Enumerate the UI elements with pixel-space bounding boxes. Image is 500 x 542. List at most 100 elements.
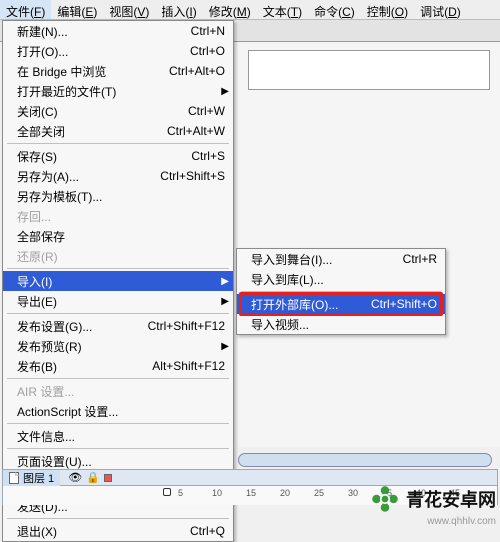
menu-item-label: 新建(N)...	[17, 23, 181, 40]
submenu-item[interactable]: 导入到舞台(I)...Ctrl+R	[237, 249, 445, 269]
submenu-arrow-icon: ▶	[221, 341, 229, 352]
submenu-item-shortcut: Ctrl+Shift+O	[363, 297, 437, 311]
menu-item-label: 在 Bridge 中浏览	[17, 63, 159, 80]
menubar: 文件(F)编辑(E)视图(V)插入(I)修改(M)文本(T)命令(C)控制(O)…	[0, 0, 500, 20]
submenu-item-label: 导入到库(L)...	[251, 271, 437, 288]
menubar-item[interactable]: 控制(O)	[361, 0, 414, 19]
submenu-item[interactable]: 导入视频...	[237, 314, 445, 334]
menu-item[interactable]: 关闭(C)Ctrl+W	[3, 101, 233, 121]
submenu-item-label: 导入到舞台(I)...	[251, 251, 395, 268]
timeline-tick-label: 20	[280, 488, 290, 498]
menu-item-label: AIR 设置...	[17, 383, 225, 400]
timeline-layer-row[interactable]: 图层 1	[3, 470, 60, 486]
menubar-item[interactable]: 文件(F)	[0, 0, 51, 19]
menu-item: AIR 设置...	[3, 381, 233, 401]
import-submenu: 导入到舞台(I)...Ctrl+R 导入到库(L)... 打开外部库(O)...Ct…	[236, 248, 446, 335]
stage-area	[238, 42, 500, 447]
menubar-item[interactable]: 插入(I)	[155, 0, 202, 19]
menubar-item[interactable]: 视图(V)	[103, 0, 155, 19]
outline-toggle-icon[interactable]	[104, 474, 112, 482]
menu-item[interactable]: 全部保存	[3, 226, 233, 246]
submenu-item-label: 导入视频...	[251, 316, 437, 333]
menu-separator	[7, 423, 229, 424]
menu-item[interactable]: 全部关闭Ctrl+Alt+W	[3, 121, 233, 141]
submenu-item[interactable]: 导入到库(L)...	[237, 269, 445, 289]
menu-item[interactable]: 导出(E)▶	[3, 291, 233, 311]
menu-item[interactable]: 打开(O)...Ctrl+O	[3, 41, 233, 61]
menu-item-label: 退出(X)	[17, 523, 180, 540]
menubar-item[interactable]: 调试(D)	[414, 0, 467, 19]
menu-item-shortcut: Ctrl+W	[178, 104, 225, 118]
timeline-tick-label: 10	[212, 488, 222, 498]
lock-icon[interactable]: 🔒	[86, 471, 100, 484]
menu-item[interactable]: 打开最近的文件(T)▶	[3, 81, 233, 101]
menu-item-shortcut: Ctrl+Alt+O	[159, 64, 225, 78]
qinghua-logo-icon	[368, 482, 402, 516]
menu-item-shortcut: Ctrl+Shift+S	[150, 169, 225, 183]
menubar-item[interactable]: 修改(M)	[203, 0, 257, 19]
menu-item-label: 导入(I)	[17, 273, 225, 290]
menu-item-label: 全部保存	[17, 228, 225, 245]
menu-item-shortcut: Ctrl+N	[181, 24, 225, 38]
menu-item[interactable]: 另存为(A)...Ctrl+Shift+S	[3, 166, 233, 186]
menubar-item[interactable]: 文本(T)	[257, 0, 308, 19]
menu-item-shortcut: Ctrl+Shift+F12	[138, 319, 225, 333]
timeline-tick-label: 30	[348, 488, 358, 498]
menu-separator	[7, 268, 229, 269]
menu-item[interactable]: 文件信息...	[3, 426, 233, 446]
menu-item-label: 打开(O)...	[17, 43, 180, 60]
menu-item-shortcut: Ctrl+Alt+W	[157, 124, 225, 138]
menu-item[interactable]: 在 Bridge 中浏览Ctrl+Alt+O	[3, 61, 233, 81]
submenu-arrow-icon: ▶	[221, 86, 229, 97]
keyframe-icon[interactable]	[163, 488, 171, 496]
menu-item-label: 另存为(A)...	[17, 168, 150, 185]
menu-item-label: 发布(B)	[17, 358, 142, 375]
menu-item-label: 保存(S)	[17, 148, 181, 165]
eye-icon[interactable]: 👁	[68, 471, 82, 484]
submenu-arrow-icon: ▶	[221, 296, 229, 307]
menu-item[interactable]: ActionScript 设置...	[3, 401, 233, 421]
menu-item-label: 文件信息...	[17, 428, 225, 445]
submenu-item-label: 打开外部库(O)...	[251, 296, 363, 313]
submenu-arrow-icon: ▶	[221, 276, 229, 287]
menu-item-shortcut: Alt+Shift+F12	[142, 359, 225, 373]
menu-item[interactable]: 新建(N)...Ctrl+N	[3, 21, 233, 41]
menu-item-shortcut: Ctrl+S	[181, 149, 225, 163]
menu-separator	[7, 378, 229, 379]
menu-separator	[7, 518, 229, 519]
menu-item[interactable]: 发布设置(G)...Ctrl+Shift+F12	[3, 316, 233, 336]
menu-item[interactable]: 页面设置(U)...	[3, 451, 233, 471]
menu-separator	[7, 448, 229, 449]
submenu-item[interactable]: 打开外部库(O)...Ctrl+Shift+O	[237, 294, 445, 314]
menu-item-label: ActionScript 设置...	[17, 403, 225, 420]
menubar-item[interactable]: 命令(C)	[308, 0, 361, 19]
document-canvas[interactable]	[248, 50, 490, 90]
menu-item[interactable]: 发布预览(R)▶	[3, 336, 233, 356]
menu-item-label: 存回...	[17, 208, 225, 225]
menu-separator	[7, 143, 229, 144]
menu-item[interactable]: 另存为模板(T)...	[3, 186, 233, 206]
layer-name: 图层 1	[23, 470, 54, 486]
menu-separator	[7, 313, 229, 314]
timeline-tick-label: 5	[178, 488, 183, 498]
menubar-item[interactable]: 编辑(E)	[51, 0, 103, 19]
menu-item-label: 导出(E)	[17, 293, 225, 310]
timeline-tick-label: 15	[246, 488, 256, 498]
watermark-title: 青花安卓网	[406, 486, 496, 512]
menu-item-shortcut: Ctrl+O	[180, 44, 225, 58]
timeline-tick-label: 25	[314, 488, 324, 498]
menu-item: 还原(R)	[3, 246, 233, 266]
menu-item-shortcut: Ctrl+Q	[180, 524, 225, 538]
layer-icon	[9, 472, 19, 484]
menu-item[interactable]: 退出(X)Ctrl+Q	[3, 521, 233, 541]
menu-item-label: 另存为模板(T)...	[17, 188, 225, 205]
menu-item[interactable]: 导入(I)▶	[3, 271, 233, 291]
horizontal-scrollbar[interactable]	[238, 453, 492, 467]
menu-item-label: 页面设置(U)...	[17, 453, 225, 470]
menu-item-label: 打开最近的文件(T)	[17, 83, 225, 100]
menu-item[interactable]: 保存(S)Ctrl+S	[3, 146, 233, 166]
menu-item-label: 全部关闭	[17, 123, 157, 140]
menu-item-label: 发布预览(R)	[17, 338, 225, 355]
menu-item[interactable]: 发布(B)Alt+Shift+F12	[3, 356, 233, 376]
menu-item: 存回...	[3, 206, 233, 226]
